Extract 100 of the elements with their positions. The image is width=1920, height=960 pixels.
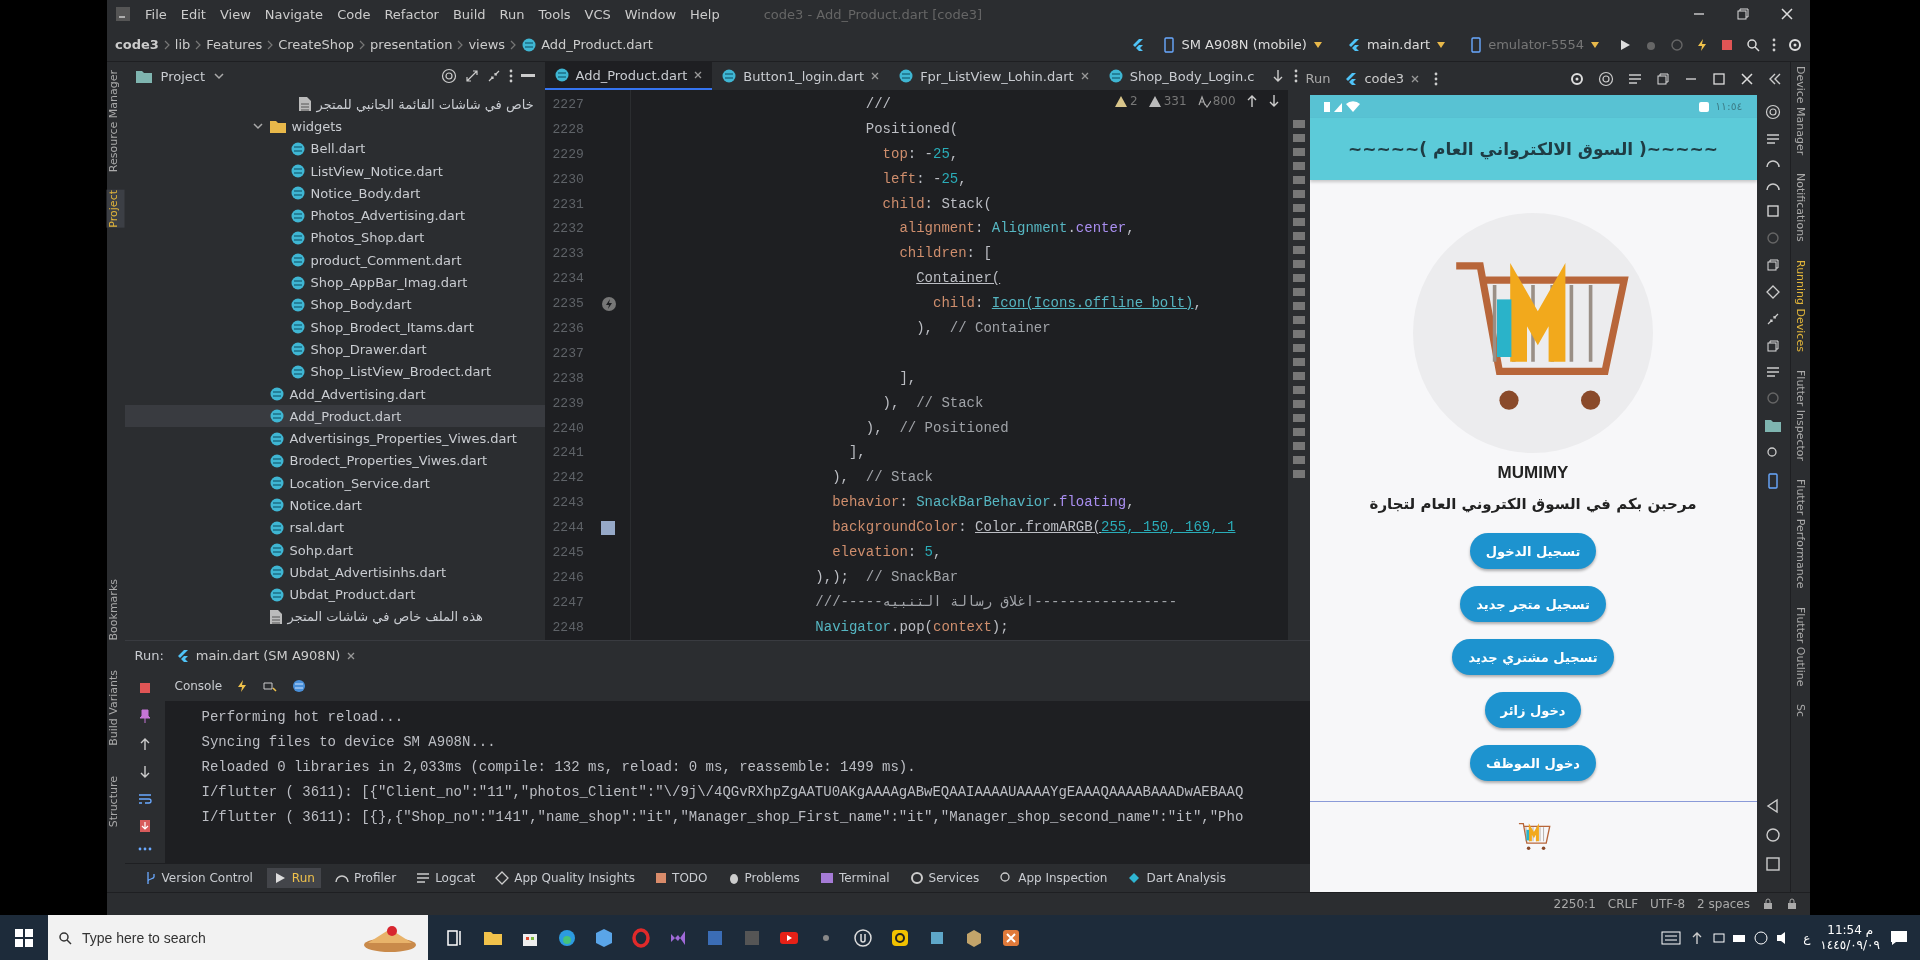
run-icon[interactable] [1618,37,1632,52]
menu-item[interactable]: Edit [180,6,206,22]
inspection-counter[interactable]: 331 [1147,94,1187,108]
status-item[interactable]: 2 spaces [1697,897,1750,911]
run-config-selector[interactable]: main.dart [1340,36,1453,53]
maximize-icon[interactable] [1711,71,1726,86]
menu-item[interactable]: Code [337,6,371,22]
restore-icon[interactable] [1766,258,1781,272]
target-icon[interactable] [440,68,457,84]
tree-item[interactable]: Photos_Shop.dart [124,226,545,250]
panel-title[interactable]: Project [160,68,205,84]
tree-item[interactable]: هذه الملف خاص في شاشات المتجر [124,605,545,629]
breadcrumb-item[interactable]: CreateShop [278,37,355,52]
chevron-down-icon[interactable] [213,70,225,82]
status-item[interactable]: UTF-8 [1650,897,1686,911]
tree-item[interactable]: Ubdat_Advertisinhs.dart [124,561,545,584]
tool-tab[interactable]: Logcat [410,868,482,889]
tool-window-tab[interactable]: Flutter Performance [1793,479,1807,589]
tool-tab[interactable]: Version Control [138,868,259,889]
menu-item[interactable]: View [219,6,251,22]
pin-icon[interactable] [138,708,151,723]
tool-tab[interactable]: Profiler [328,868,403,889]
taskbar-search-field[interactable]: Type here to search [48,915,428,960]
grid-icon[interactable] [1001,927,1021,948]
inspection-counter[interactable]: 2 [1114,94,1138,108]
tool-tab[interactable]: Dart Analysis [1121,868,1232,889]
tool-window-tab[interactable]: Flutter Outline [1793,606,1807,687]
tool-tab[interactable]: TODO [649,868,714,889]
target-icon[interactable] [1597,70,1614,87]
circle-icon[interactable] [1766,391,1781,405]
tree-item[interactable]: Advertisings_Properties_Viwes.dart [124,427,545,450]
notification-icon[interactable] [1890,929,1908,946]
tree-item[interactable]: Photos_Advertising.dart [124,204,545,227]
tool-tab[interactable]: Run [266,868,321,889]
windows-start-icon[interactable] [15,928,33,947]
lightning-circle-icon[interactable] [600,295,617,312]
arrow-down-icon[interactable] [1271,69,1284,83]
ring-icon[interactable] [631,927,651,948]
tool-window-tab[interactable]: Structure [107,775,125,828]
arrow-up-icon[interactable] [138,736,151,751]
tree-item[interactable]: Sohp.dart [124,538,545,562]
lock-icon[interactable] [1786,898,1798,910]
maximize-icon[interactable] [1766,204,1781,218]
tool-tab[interactable]: App Quality Insights [489,868,642,889]
circle-icon[interactable] [1670,37,1684,52]
lock-icon[interactable] [1762,898,1774,910]
tree-item[interactable]: Add_Advertising.dart [124,382,545,406]
clock-time[interactable]: 11:54 م [1827,922,1874,938]
close-icon[interactable] [1410,73,1421,84]
list-icon[interactable] [1627,72,1642,85]
color-swatch-icon[interactable] [600,520,615,535]
menu-item[interactable]: Help [690,6,720,22]
restore-icon[interactable] [1655,71,1670,86]
lightning-icon[interactable] [236,678,249,693]
console-tab[interactable]: Console [174,678,223,693]
restore-icon[interactable] [1766,339,1781,353]
circle-letter-icon[interactable] [853,927,873,948]
editor-tab[interactable]: Fpr_ListView_Lohin.dart [889,62,1099,90]
tree-item[interactable]: ListView_Notice.dart [124,159,545,183]
breadcrumb-item[interactable]: code3 [115,37,159,52]
menu-item[interactable]: Tools [538,6,571,22]
tree-item[interactable]: Add_Product.dart [124,405,545,428]
clock-date[interactable]: ١٤٤٥/٠٩/٠٩ [1820,937,1880,953]
tree-item[interactable]: product_Comment.dart [124,249,545,272]
tool-tab[interactable]: Problems [721,868,806,889]
tree-item[interactable]: Shop_AppBar_Imag.dart [124,271,545,294]
phone-icon[interactable] [1767,473,1780,489]
inspection-counter[interactable]: 800 [1196,94,1236,108]
status-item[interactable]: 2250:1 [1553,897,1596,911]
tool-window-tab[interactable]: Device Manager [1793,66,1807,156]
menu-item[interactable]: Run [499,6,525,22]
close-icon[interactable] [693,70,704,80]
emulator-tab[interactable]: code3 [1344,71,1421,86]
list-icon[interactable] [1766,366,1781,378]
target-icon[interactable] [1765,104,1782,120]
tree-item[interactable]: Shop_Drawer.dart [124,338,545,361]
more-icon[interactable] [1434,71,1439,86]
flutter-icon[interactable] [1131,37,1146,52]
tool-window-tab[interactable]: Notifications [1793,173,1807,243]
device-selector[interactable]: SM A908N (mobile) [1157,35,1329,54]
tree-item[interactable]: Bell.dart [124,137,545,160]
status-item[interactable]: CRLF [1607,897,1639,911]
minimize-icon[interactable] [520,74,535,78]
rounded-square-icon[interactable] [890,927,910,948]
menu-item[interactable]: Navigate [264,6,324,22]
tool-window-title[interactable]: Run [1305,71,1331,86]
run-tab[interactable]: main.dart (SM A908N) [175,648,357,664]
tree-item[interactable]: Shop_ListView_Brodect.dart [124,360,545,383]
close-icon[interactable] [346,650,357,661]
more-icon[interactable] [508,69,513,83]
tool-window-tab[interactable]: Running Devices [1793,260,1807,353]
menu-item[interactable]: Refactor [384,6,439,22]
restore-icon[interactable] [1736,7,1750,21]
expand-icon[interactable] [464,69,479,83]
tree-item[interactable]: Notice_Body.dart [124,182,545,205]
diamond-icon[interactable] [1766,285,1781,299]
tool-window-tab[interactable]: Build Variants [107,670,125,746]
package-icon[interactable] [964,927,984,948]
close-icon[interactable] [1079,71,1090,81]
gauge-icon[interactable] [1766,158,1781,168]
